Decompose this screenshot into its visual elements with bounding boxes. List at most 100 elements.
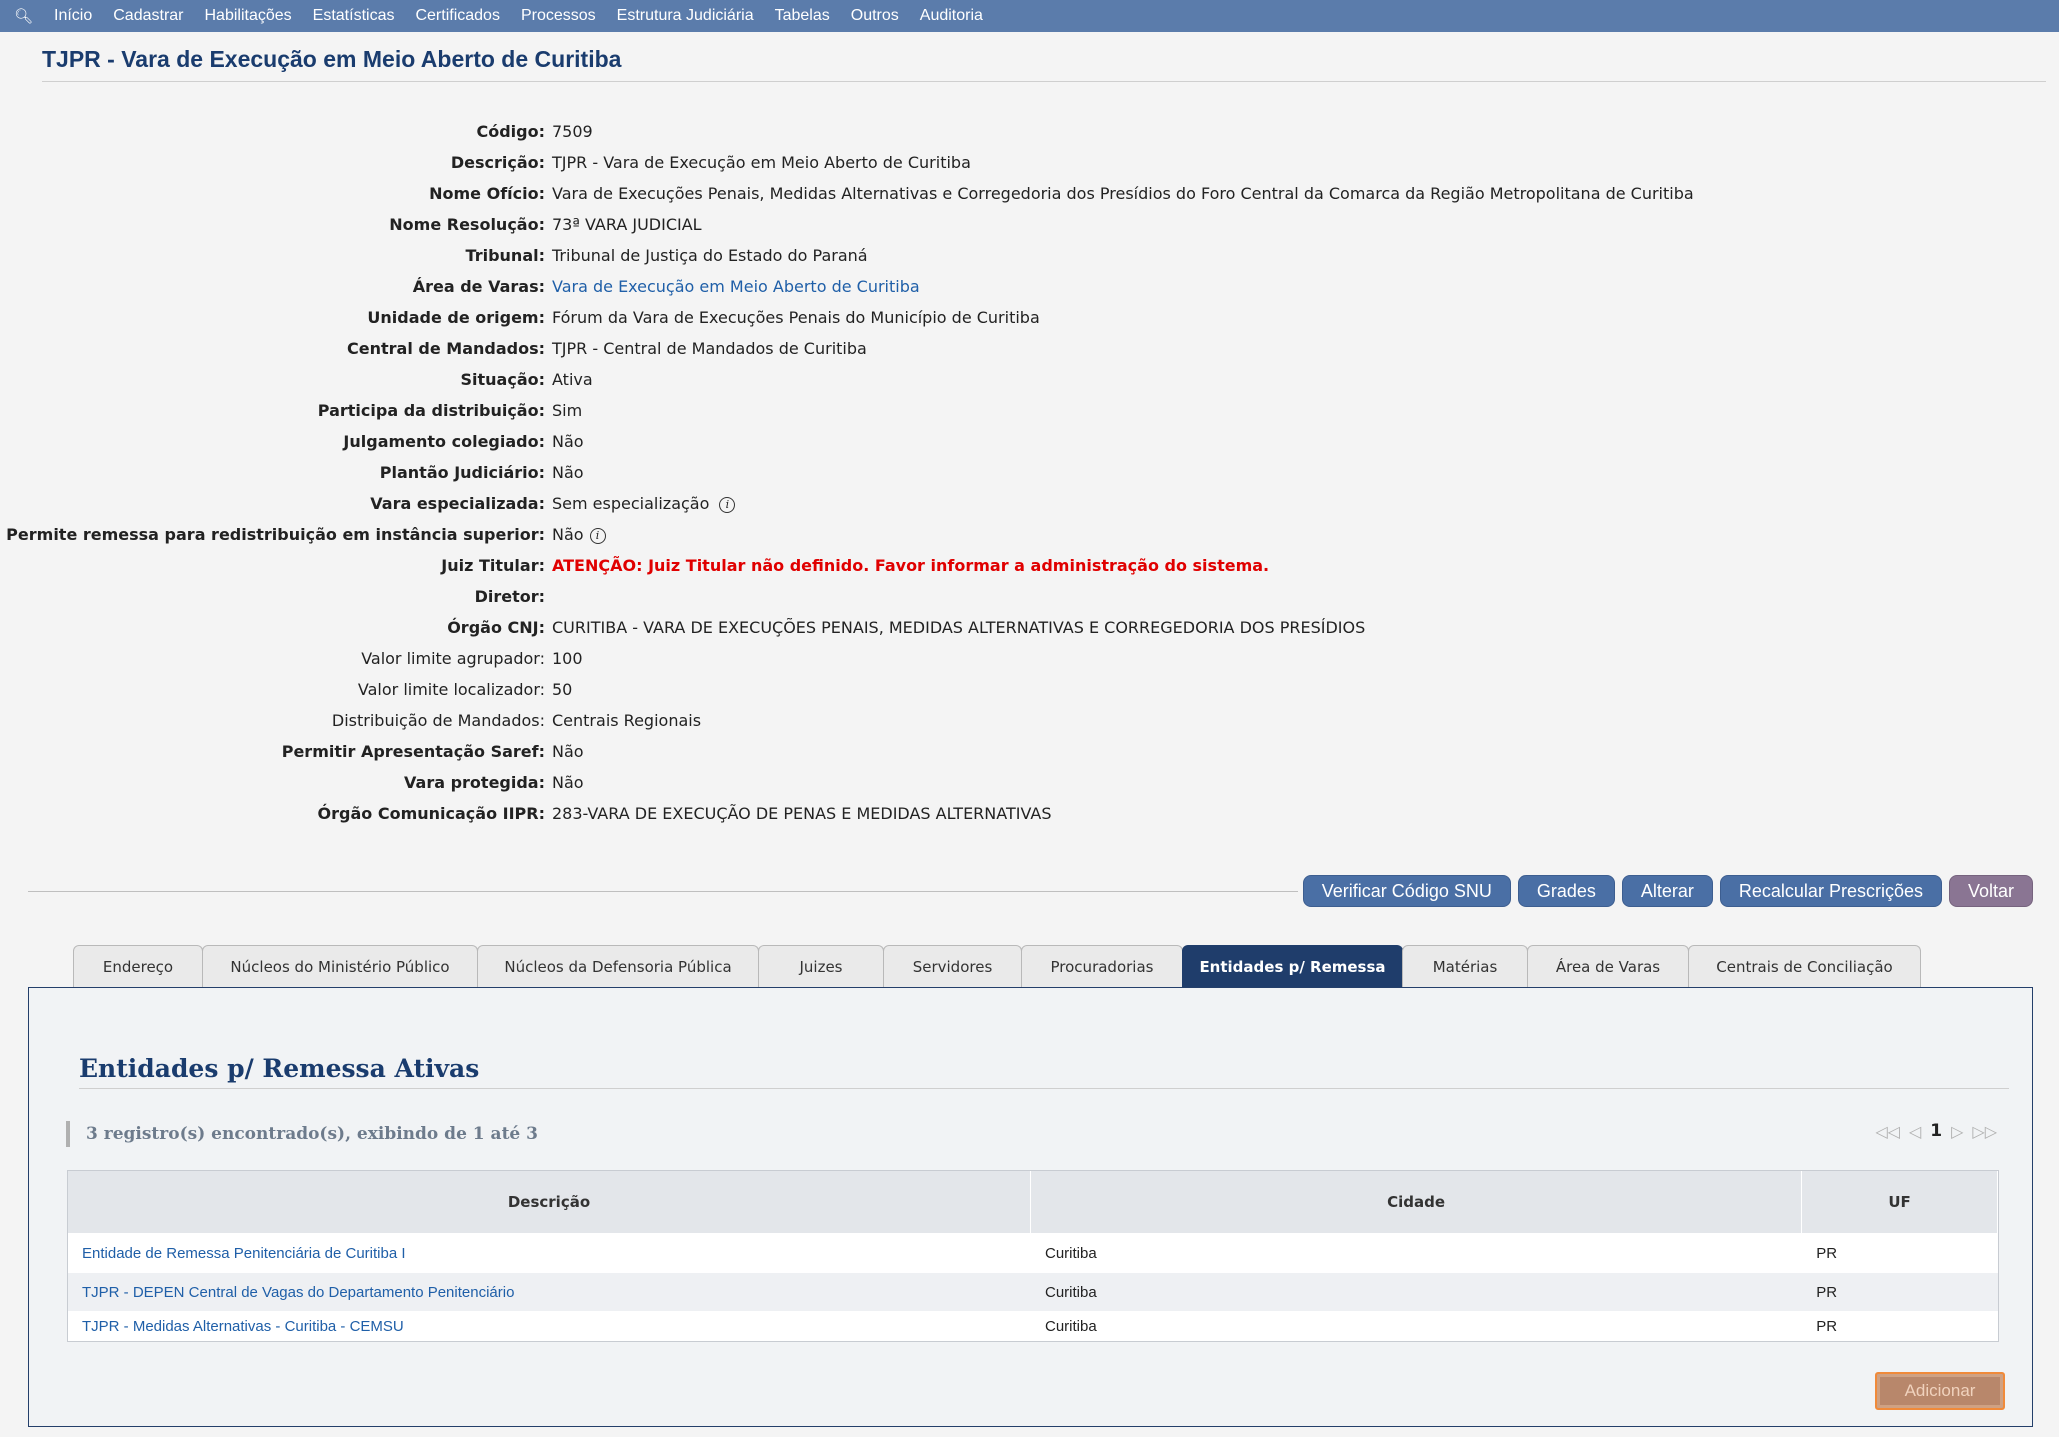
grades-button[interactable]: Grades bbox=[1517, 875, 1615, 907]
cell-cidade: Curitiba bbox=[1045, 1283, 1097, 1301]
cell-uf: PR bbox=[1816, 1317, 1838, 1335]
adicionar-button[interactable]: Adicionar bbox=[1875, 1372, 2005, 1410]
field-nome-resolucao: Nome Resolução: 73ª VARA JUDICIAL bbox=[0, 209, 2059, 240]
tab-centrais-conciliacao[interactable]: Centrais de Conciliação bbox=[1688, 945, 1921, 988]
field-descricao: Descrição: TJPR - Vara de Execução em Me… bbox=[0, 147, 2059, 178]
field-label: Valor limite agrupador: bbox=[361, 649, 545, 668]
actions-divider bbox=[28, 891, 1298, 892]
current-page[interactable]: 1 bbox=[1930, 1121, 1942, 1141]
field-value: Não bbox=[552, 432, 584, 451]
table-row: Entidade de Remessa Penitenciária de Cur… bbox=[68, 1233, 1998, 1273]
field-label: Descrição: bbox=[450, 153, 545, 172]
field-label: Diretor: bbox=[474, 587, 545, 606]
tab-area-de-varas[interactable]: Área de Varas bbox=[1527, 945, 1689, 988]
field-central-mandados: Central de Mandados: TJPR - Central de M… bbox=[0, 333, 2059, 364]
menu-item-estatisticas[interactable]: Estatísticas bbox=[313, 7, 395, 25]
field-plantao-judiciario: Plantão Judiciário: Não bbox=[0, 457, 2059, 488]
tab-bar: Endereço Núcleos do Ministério Público N… bbox=[73, 945, 1921, 988]
tab-nucleos-ministerio-publico[interactable]: Núcleos do Ministério Público bbox=[202, 945, 478, 988]
tab-materias[interactable]: Matérias bbox=[1402, 945, 1528, 988]
table-header: Descrição Cidade UF bbox=[68, 1171, 1998, 1233]
menu-item-tabelas[interactable]: Tabelas bbox=[775, 7, 830, 25]
recalcular-prescricoes-button[interactable]: Recalcular Prescrições bbox=[1719, 875, 1942, 907]
field-nome-oficio: Nome Ofício: Vara de Execuções Penais, M… bbox=[0, 178, 2059, 209]
field-valor-limite-agrupador: Valor limite agrupador: 100 bbox=[0, 643, 2059, 674]
tab-endereco[interactable]: Endereço bbox=[73, 945, 203, 988]
next-page-icon[interactable]: ▷ bbox=[1951, 1122, 1963, 1141]
field-value: 50 bbox=[552, 680, 573, 699]
field-label: Permitir Apresentação Saref: bbox=[281, 742, 545, 761]
tab-procuradorias[interactable]: Procuradorias bbox=[1021, 945, 1183, 988]
field-value: TJPR - Vara de Execução em Meio Aberto d… bbox=[552, 153, 971, 172]
action-toolbar: Verificar Código SNU Grades Alterar Reca… bbox=[1296, 875, 2033, 907]
menu-item-cadastrar[interactable]: Cadastrar bbox=[113, 7, 183, 25]
field-value: CURITIBA - VARA DE EXECUÇÕES PENAIS, MED… bbox=[552, 618, 1366, 637]
field-participa-distribuicao: Participa da distribuição: Sim bbox=[0, 395, 2059, 426]
field-label: Central de Mandados: bbox=[347, 339, 545, 358]
field-unidade-origem: Unidade de origem: Fórum da Vara de Exec… bbox=[0, 302, 2059, 333]
tab-juizes[interactable]: Juizes bbox=[758, 945, 884, 988]
field-label: Juiz Titular: bbox=[441, 556, 545, 575]
section-title: Entidades p/ Remessa Ativas bbox=[79, 1054, 480, 1083]
table-row: TJPR - DEPEN Central de Vagas do Departa… bbox=[68, 1273, 1998, 1311]
field-value: 73ª VARA JUDICIAL bbox=[552, 215, 702, 234]
field-vara-protegida: Vara protegida: Não bbox=[0, 767, 2059, 798]
voltar-button[interactable]: Voltar bbox=[1948, 875, 2033, 907]
field-situacao: Situação: Ativa bbox=[0, 364, 2059, 395]
entidade-link[interactable]: TJPR - DEPEN Central de Vagas do Departa… bbox=[68, 1284, 1031, 1301]
info-icon[interactable]: i bbox=[589, 527, 606, 544]
field-label: Vara protegida: bbox=[404, 773, 545, 792]
field-label: Permite remessa para redistribuição em i… bbox=[6, 525, 545, 544]
field-julgamento-colegiado: Julgamento colegiado: Não bbox=[0, 426, 2059, 457]
menu-item-outros[interactable]: Outros bbox=[851, 7, 899, 25]
field-tribunal: Tribunal: Tribunal de Justiça do Estado … bbox=[0, 240, 2059, 271]
field-value: Sim bbox=[552, 401, 583, 420]
tab-panel: Entidades p/ Remessa Ativas 3 registro(s… bbox=[28, 987, 2033, 1427]
menu-item-estrutura-judiciaria[interactable]: Estrutura Judiciária bbox=[617, 7, 754, 25]
field-label: Vara especializada: bbox=[370, 494, 545, 513]
field-value: Centrais Regionais bbox=[552, 711, 702, 730]
tab-entidades-remessa[interactable]: Entidades p/ Remessa bbox=[1182, 945, 1403, 988]
field-value: Sem especialização i bbox=[552, 494, 736, 513]
previous-page-icon[interactable]: ◁ bbox=[1909, 1122, 1921, 1141]
field-orgao-comunicacao: Órgão Comunicação IIPR: 283-VARA DE EXEC… bbox=[0, 798, 2059, 829]
tab-nucleos-defensoria-publica[interactable]: Núcleos da Defensoria Pública bbox=[477, 945, 759, 988]
section-divider bbox=[79, 1088, 2009, 1089]
menu-item-auditoria[interactable]: Auditoria bbox=[920, 7, 983, 25]
entidades-table: Descrição Cidade UF Entidade de Remessa … bbox=[67, 1170, 1999, 1342]
field-value: Tribunal de Justiça do Estado do Paraná bbox=[552, 246, 868, 265]
info-icon[interactable]: i bbox=[719, 496, 736, 513]
field-value: TJPR - Central de Mandados de Curitiba bbox=[552, 339, 867, 358]
tab-servidores[interactable]: Servidores bbox=[883, 945, 1022, 988]
field-label: Julgamento colegiado: bbox=[343, 432, 545, 451]
last-page-icon[interactable]: ▷▷ bbox=[1972, 1122, 1997, 1141]
column-header-descricao[interactable]: Descrição bbox=[68, 1171, 1031, 1233]
field-diretor: Diretor: bbox=[0, 581, 2059, 612]
records-count: 3 registro(s) encontrado(s), exibindo de… bbox=[66, 1121, 538, 1147]
search-icon[interactable]: 🔍︎ bbox=[14, 7, 42, 25]
cell-uf: PR bbox=[1816, 1244, 1838, 1262]
area-de-varas-link[interactable]: Vara de Execução em Meio Aberto de Curit… bbox=[552, 277, 920, 296]
field-label: Situação: bbox=[460, 370, 545, 389]
field-label: Tribunal: bbox=[465, 246, 545, 265]
field-label: Nome Resolução: bbox=[389, 215, 545, 234]
verificar-codigo-snu-button[interactable]: Verificar Código SNU bbox=[1302, 875, 1511, 907]
field-label: Distribuição de Mandados: bbox=[331, 711, 545, 730]
field-distribuicao-mandados: Distribuição de Mandados: Centrais Regio… bbox=[0, 705, 2059, 736]
field-value: 7509 bbox=[552, 122, 593, 141]
entidade-link[interactable]: TJPR - Medidas Alternativas - Curitiba -… bbox=[68, 1318, 1031, 1335]
cell-uf: PR bbox=[1816, 1283, 1838, 1301]
menu-item-habilitacoes[interactable]: Habilitações bbox=[205, 7, 292, 25]
menu-item-inicio[interactable]: Início bbox=[54, 7, 92, 25]
entidade-link[interactable]: Entidade de Remessa Penitenciária de Cur… bbox=[68, 1245, 1031, 1262]
title-divider bbox=[42, 81, 2046, 82]
field-label: Plantão Judiciário: bbox=[379, 463, 545, 482]
first-page-icon[interactable]: ◁◁ bbox=[1875, 1122, 1900, 1141]
field-area-de-varas: Área de Varas: Vara de Execução em Meio … bbox=[0, 271, 2059, 302]
menu-item-certificados[interactable]: Certificados bbox=[415, 7, 499, 25]
field-value-text: Não bbox=[552, 525, 584, 544]
column-header-uf[interactable]: UF bbox=[1802, 1171, 1998, 1233]
column-header-cidade[interactable]: Cidade bbox=[1031, 1171, 1803, 1233]
menu-item-processos[interactable]: Processos bbox=[521, 7, 596, 25]
alterar-button[interactable]: Alterar bbox=[1621, 875, 1713, 907]
